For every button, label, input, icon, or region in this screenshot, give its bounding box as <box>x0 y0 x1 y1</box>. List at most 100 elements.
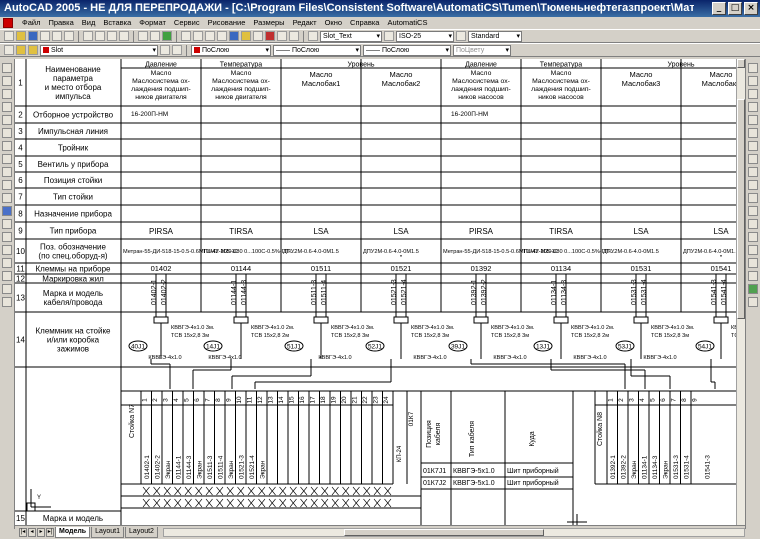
zoom-realtime-icon[interactable] <box>193 31 203 41</box>
zoom-window-icon[interactable] <box>205 31 215 41</box>
ellipse-arc-icon[interactable] <box>2 193 12 203</box>
revision-cloud-icon[interactable] <box>2 154 12 164</box>
scroll-up-arrow[interactable] <box>737 59 745 68</box>
scale-icon[interactable] <box>748 154 758 164</box>
save-icon[interactable] <box>28 31 38 41</box>
vertical-scroll-thumb[interactable] <box>737 99 745 319</box>
tool-palettes-icon[interactable] <box>253 31 263 41</box>
markup-icon[interactable] <box>277 31 287 41</box>
dim-style-select[interactable]: ISO-25 <box>396 30 454 42</box>
gradient-icon[interactable] <box>2 258 12 268</box>
layer-previous-icon[interactable] <box>172 45 182 55</box>
table-icon[interactable] <box>2 284 12 294</box>
tab-first-icon[interactable]: |◂ <box>19 528 27 537</box>
copy-object-icon[interactable] <box>748 76 758 86</box>
line-icon[interactable] <box>2 63 12 73</box>
fillet-icon[interactable] <box>748 258 758 268</box>
make-current-icon[interactable] <box>160 45 170 55</box>
horizontal-scrollbar[interactable] <box>162 528 745 537</box>
vertical-scrollbar[interactable] <box>736 59 745 525</box>
close-button[interactable]: × <box>744 2 758 15</box>
join-icon[interactable] <box>748 232 758 242</box>
menu-help[interactable]: Справка <box>346 17 383 29</box>
drawing-canvas[interactable]: 1 Наименование параметра и место отбора импу… <box>15 59 736 525</box>
move-icon[interactable] <box>748 128 758 138</box>
lineweight-select[interactable]: —— ПоСлою <box>363 44 451 56</box>
automatics-icon[interactable] <box>748 284 758 294</box>
tab-layout1[interactable]: Layout1 <box>91 527 125 538</box>
hyperlink-icon[interactable] <box>162 31 172 41</box>
construction-line-icon[interactable] <box>2 76 12 86</box>
circle-icon[interactable] <box>2 141 12 151</box>
menu-modify[interactable]: Редакт <box>289 17 321 29</box>
text-style-select[interactable]: Slot_Text <box>320 30 382 42</box>
rotate-icon[interactable] <box>748 141 758 151</box>
trim-icon[interactable] <box>748 180 758 190</box>
tab-prev-icon[interactable]: ◂ <box>28 528 36 537</box>
horizontal-scroll-thumb[interactable] <box>343 529 544 536</box>
rectangle-icon[interactable] <box>2 115 12 125</box>
linetype-select[interactable]: —— ПоСлою <box>273 44 361 56</box>
layer-select[interactable]: Slot <box>40 44 158 56</box>
properties-icon[interactable] <box>229 31 239 41</box>
zoom-previous-icon[interactable] <box>217 31 227 41</box>
menu-view[interactable]: Вид <box>78 17 100 29</box>
insert-block-icon[interactable] <box>2 206 12 216</box>
explode-icon[interactable] <box>748 271 758 281</box>
design-center-icon[interactable] <box>241 31 251 41</box>
hatch-icon[interactable] <box>2 245 12 255</box>
break-icon[interactable] <box>748 219 758 229</box>
print-icon[interactable] <box>40 31 50 41</box>
paste-icon[interactable] <box>107 31 117 41</box>
menu-edit[interactable]: Правка <box>44 17 77 29</box>
spline-icon[interactable] <box>2 167 12 177</box>
menu-automatics[interactable]: AutomatiCS <box>383 17 431 29</box>
chamfer-icon[interactable] <box>748 245 758 255</box>
drawing[interactable]: 1 Наименованиепараметраи место отбораимпу… <box>15 59 736 525</box>
pan-icon[interactable] <box>181 31 191 41</box>
new-icon[interactable] <box>4 31 14 41</box>
automatics-tool-icon[interactable] <box>748 297 758 307</box>
tab-layout2[interactable]: Layout2 <box>125 527 158 538</box>
ellipse-icon[interactable] <box>2 180 12 190</box>
redo-icon[interactable] <box>150 31 160 41</box>
erase-icon[interactable] <box>748 63 758 73</box>
maximize-button[interactable]: □ <box>728 2 742 15</box>
menu-draw[interactable]: Рисование <box>204 17 250 29</box>
offset-icon[interactable] <box>748 102 758 112</box>
menu-tools[interactable]: Сервис <box>170 17 204 29</box>
array-icon[interactable] <box>748 115 758 125</box>
polyline-icon[interactable] <box>2 89 12 99</box>
plotstyle-select[interactable]: ПоЦвету <box>453 44 511 56</box>
copy-icon[interactable] <box>95 31 105 41</box>
menu-insert[interactable]: Вставка <box>99 17 135 29</box>
make-block-icon[interactable] <box>2 219 12 229</box>
publish-icon[interactable] <box>64 31 74 41</box>
table-style-select[interactable]: Standard <box>468 30 522 42</box>
tab-last-icon[interactable]: ▸| <box>46 528 54 537</box>
open-icon[interactable] <box>16 31 26 41</box>
stretch-icon[interactable] <box>748 167 758 177</box>
color-select[interactable]: ПоСлою <box>191 44 271 56</box>
cut-icon[interactable] <box>83 31 93 41</box>
preview-icon[interactable] <box>52 31 62 41</box>
sheet-set-icon[interactable] <box>265 31 275 41</box>
mirror-icon[interactable] <box>748 89 758 99</box>
point-icon[interactable] <box>2 232 12 242</box>
tab-next-icon[interactable]: ▸ <box>37 528 45 537</box>
arc-icon[interactable] <box>2 128 12 138</box>
undo-icon[interactable] <box>138 31 148 41</box>
menu-window[interactable]: Окно <box>321 17 346 29</box>
menu-dimension[interactable]: Размеры <box>249 17 288 29</box>
layer-manager-icon[interactable] <box>4 45 14 55</box>
match-properties-icon[interactable] <box>119 31 129 41</box>
region-icon[interactable] <box>2 271 12 281</box>
tab-model[interactable]: Модель <box>55 527 91 538</box>
break-at-point-icon[interactable] <box>748 206 758 216</box>
extend-icon[interactable] <box>748 193 758 203</box>
mtext-icon[interactable] <box>2 297 12 307</box>
menu-file[interactable]: Файл <box>18 17 44 29</box>
polygon-icon[interactable] <box>2 102 12 112</box>
minimize-button[interactable]: _ <box>712 2 726 15</box>
menu-format[interactable]: Формат <box>135 17 170 29</box>
